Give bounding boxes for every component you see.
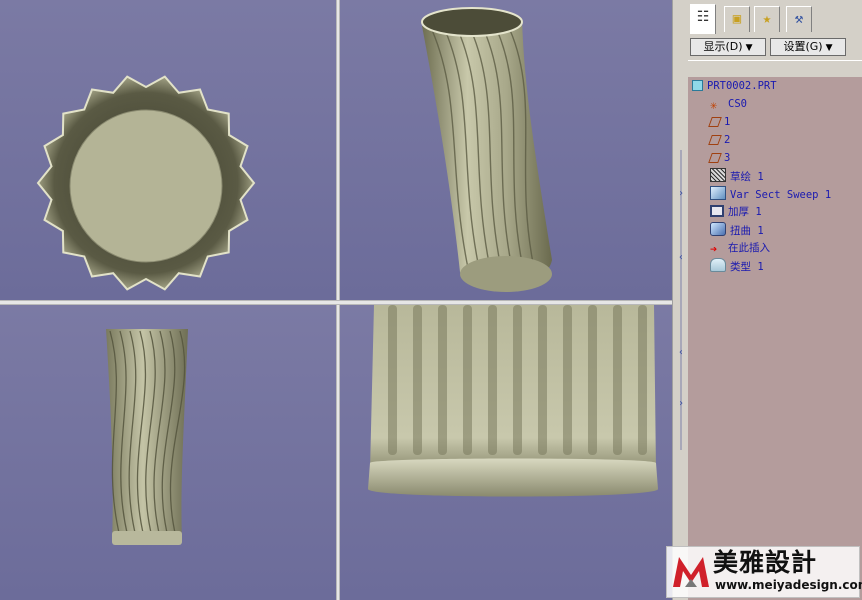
sweep-icon [710, 186, 726, 200]
flute-groove [538, 305, 547, 455]
vase-base [112, 531, 182, 545]
flute-groove [513, 305, 522, 455]
tree-item-datum-2[interactable]: 2 [708, 132, 731, 148]
dropdown-arrow-icon: ▼ [825, 43, 833, 53]
tree-item-sketch[interactable]: 草绘 1 [710, 168, 764, 184]
flute-groove [563, 305, 572, 455]
tree-item-label: 加厚 1 [728, 206, 762, 218]
tree-item-warp[interactable]: 扭曲 1 [710, 222, 764, 238]
tree-item-label: 3 [724, 152, 731, 164]
tree-item-label: 扭曲 1 [730, 225, 764, 237]
viewport-iso[interactable] [340, 0, 672, 300]
flute-groove [638, 305, 647, 455]
display-menu-button[interactable]: 显示(D) ▼ [690, 38, 766, 56]
folders-icon: ▣ [732, 11, 742, 27]
tree-filter-strip [688, 60, 862, 77]
model-tree-panel: ☷ ▣ ★ ⚒ 显示(D) ▼ 设置(G) ▼ PRT0002.PRT ✳ CS0 1 [688, 0, 862, 600]
part-icon [692, 80, 703, 91]
meiya-logo-icon [673, 557, 709, 587]
style-icon [710, 258, 726, 272]
flute-groove [613, 305, 622, 455]
display-menu-label: 显示(D) [703, 40, 743, 53]
tree-root[interactable]: PRT0002.PRT [692, 78, 777, 94]
top-view-model [36, 75, 256, 291]
viewport-splitter-horizontal[interactable] [0, 300, 672, 305]
flute-groove [588, 305, 597, 455]
iso-view-model [421, 7, 552, 292]
flute-groove [413, 305, 422, 455]
tab-favorites[interactable]: ★ [754, 6, 780, 32]
detail-view-model [368, 305, 658, 497]
settings-menu-button[interactable]: 设置(G) ▼ [770, 38, 846, 56]
chevron-left-icon[interactable]: ‹ [678, 347, 684, 359]
tree-root-label: PRT0002.PRT [707, 80, 777, 92]
tree-item-datum-3[interactable]: 3 [708, 150, 731, 166]
tree-item-style[interactable]: 类型 1 [710, 258, 764, 274]
tab-model-tree[interactable]: ☷ [690, 4, 716, 34]
tree-item-label: 草绘 1 [730, 171, 764, 183]
watermark-url: www.meiyadesign.com [715, 578, 862, 592]
tree-item-label: 在此插入 [728, 242, 770, 254]
graphics-window[interactable] [0, 0, 672, 600]
warp-icon [710, 222, 726, 236]
vase-bottom [460, 256, 552, 292]
flute-groove [488, 305, 497, 455]
star-icon: ★ [762, 11, 772, 27]
flute-groove [388, 305, 397, 455]
watermark-brand: 美雅設計 [713, 548, 818, 577]
viewport-top[interactable] [0, 0, 336, 300]
tree-item-label: 1 [724, 116, 731, 128]
watermark: 美雅設計 www.meiyadesign.com [666, 546, 862, 598]
navigator-sash[interactable]: › ‹ ‹ › [672, 0, 688, 600]
tree-icon: ☷ [696, 9, 710, 25]
tree-toolbar: 显示(D) ▼ 设置(G) ▼ [688, 34, 862, 60]
tab-folder-browser[interactable]: ▣ [724, 6, 750, 32]
tree-item-label: Var Sect Sweep 1 [730, 189, 832, 201]
dropdown-arrow-icon: ▼ [745, 43, 753, 53]
sketch-icon [710, 168, 726, 182]
settings-menu-label: 设置(G) [783, 40, 823, 53]
flute-groove [438, 305, 447, 455]
tree-item-label: 2 [724, 134, 731, 146]
chevron-left-icon[interactable]: ‹ [678, 252, 684, 264]
vase-foot [368, 458, 658, 497]
datum-plane-icon [708, 153, 722, 163]
coordinate-system-icon: ✳ [710, 98, 718, 112]
tree-item-label: 类型 1 [730, 261, 764, 273]
tree-item-cs0[interactable]: ✳ CS0 [710, 96, 747, 112]
connections-icon: ⚒ [794, 11, 804, 27]
front-view-model [106, 329, 188, 545]
insert-here-arrow-icon: ➔ [710, 242, 718, 256]
viewport-detail[interactable] [340, 305, 672, 600]
tree-item-insert-here[interactable]: ➔ 在此插入 [710, 240, 770, 256]
tab-connections[interactable]: ⚒ [786, 6, 812, 32]
bottom-face [69, 109, 223, 263]
viewport-front[interactable] [0, 305, 336, 600]
chevron-right-icon[interactable]: › [678, 188, 684, 200]
chevron-right-icon[interactable]: › [678, 398, 684, 410]
datum-plane-icon [708, 117, 722, 127]
tree-item-sweep[interactable]: Var Sect Sweep 1 [710, 186, 831, 202]
thicken-icon [710, 205, 724, 217]
flute-groove [463, 305, 472, 455]
tree-item-label: CS0 [728, 98, 747, 110]
tree-item-datum-1[interactable]: 1 [708, 114, 731, 130]
navigator-tabs: ☷ ▣ ★ ⚒ [688, 0, 862, 34]
tree-item-thicken[interactable]: 加厚 1 [710, 204, 762, 220]
datum-plane-icon [708, 135, 722, 145]
vase-opening [421, 7, 523, 37]
